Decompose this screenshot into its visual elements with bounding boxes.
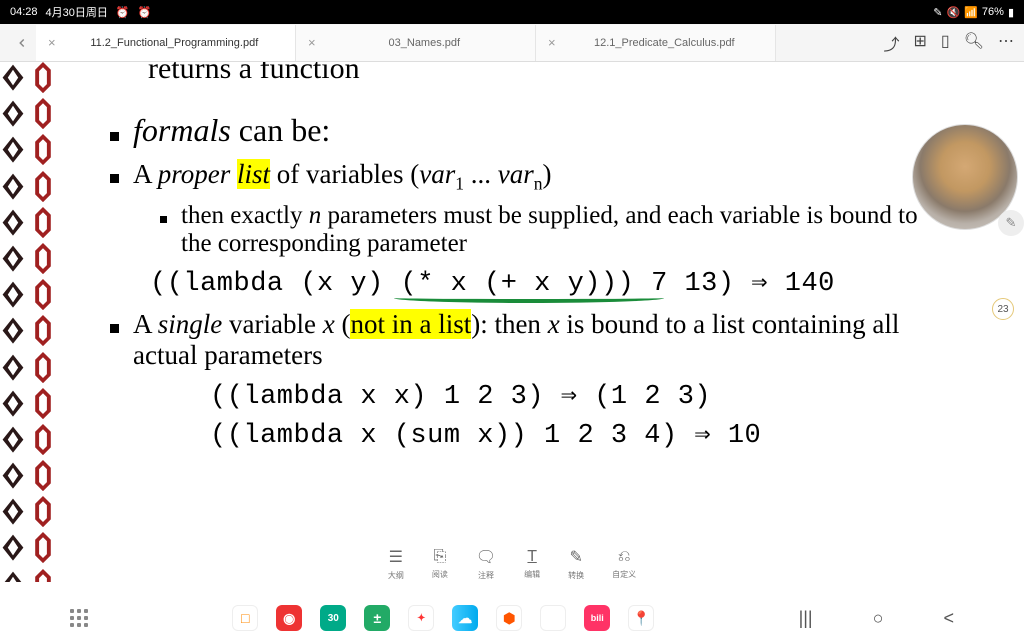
- close-icon[interactable]: ×: [308, 35, 316, 50]
- convert-tool[interactable]: ✎转换: [568, 547, 584, 581]
- home-button[interactable]: ○: [873, 608, 884, 629]
- tab-bar: × 11.2_Functional_Programming.pdf × 03_N…: [0, 24, 1024, 62]
- status-bar: 04:28 4月30日周日 ⏰ ⏰ ✎ 🔇 📶 76% ▮: [0, 0, 1024, 24]
- bullet-icon: [160, 216, 167, 223]
- bullet-proper-list: A proper list of variables (var1 ... var…: [133, 159, 552, 194]
- dock-app-4[interactable]: ±: [364, 605, 390, 631]
- code-example-1: ((lambda (x y) (* x (+ x y))) 7 13) ⇒ 14…: [150, 266, 944, 299]
- alarm-icon-2: ⏰: [138, 6, 152, 19]
- sub-bullet-n-params: then exactly n parameters must be suppli…: [181, 202, 944, 258]
- dock-app-calendar[interactable]: 30: [320, 605, 346, 631]
- dock-app-5[interactable]: ✦: [408, 605, 434, 631]
- tab-label: 03_Names.pdf: [326, 37, 523, 49]
- battery-icon: ▮: [1008, 6, 1014, 19]
- tab-label: 12.1_Predicate_Calculus.pdf: [566, 37, 763, 49]
- dock-app-9[interactable]: bili: [584, 605, 610, 631]
- edit-tool[interactable]: T̲编辑: [524, 548, 540, 580]
- pdf-toolbar: ☰大纲 ⎘阅读 🗨注释 T̲编辑 ✎转换 ⎌自定义: [388, 547, 636, 581]
- decorative-pattern: [0, 62, 80, 582]
- tab-label: 11.2_Functional_Programming.pdf: [66, 37, 283, 49]
- close-icon[interactable]: ×: [548, 35, 556, 50]
- bookmark-icon[interactable]: ▯: [941, 31, 950, 55]
- slide-number-badge: 23: [992, 298, 1014, 320]
- bullet-icon: [110, 174, 119, 183]
- dock-app-7[interactable]: ⬢: [496, 605, 522, 631]
- annotate-button[interactable]: ✎: [998, 210, 1024, 236]
- pen-icon: ✎: [933, 6, 942, 19]
- app-dock: □ ◉ 30 ± ✦ ☁ ⬢ bili 📍: [232, 605, 654, 631]
- app-drawer-icon[interactable]: [70, 609, 88, 627]
- bullet-icon: [110, 324, 119, 333]
- convert-icon: ✎: [569, 547, 582, 567]
- close-icon[interactable]: ×: [48, 35, 56, 50]
- dock-app-2[interactable]: ◉: [276, 605, 302, 631]
- annotate-icon: 🗨: [476, 547, 496, 567]
- mute-icon: 🔇: [947, 6, 961, 19]
- dock-app-6[interactable]: ☁: [452, 605, 478, 631]
- bullet-single-var: A single variable x (not in a list): the…: [133, 309, 944, 371]
- share-icon[interactable]: ⤴: [883, 31, 899, 55]
- status-date: 4月30日周日: [46, 4, 108, 20]
- outline-tool[interactable]: ☰大纲: [388, 547, 404, 581]
- dock-app-1[interactable]: □: [232, 605, 258, 631]
- code-example-2: ((lambda x x) 1 2 3) ⇒ (1 2 3): [210, 379, 944, 412]
- partial-prev-line: returns a function: [148, 62, 944, 86]
- wifi-icon: 📶: [964, 6, 978, 19]
- search-icon[interactable]: 🔍︎: [964, 31, 984, 55]
- tab-functional-programming[interactable]: × 11.2_Functional_Programming.pdf: [36, 25, 296, 61]
- tab-names[interactable]: × 03_Names.pdf: [296, 25, 536, 61]
- annotate-tool[interactable]: 🗨注释: [476, 547, 496, 581]
- system-nav-bar: □ ◉ 30 ± ✦ ☁ ⬢ bili 📍 ||| ○ <: [0, 595, 1024, 641]
- back-button[interactable]: [8, 36, 36, 50]
- alarm-icon: ⏰: [116, 6, 130, 19]
- custom-icon: ⎌: [618, 548, 631, 566]
- document-content: returns a function formals can be: A pro…: [0, 62, 1024, 582]
- battery-level: 76%: [982, 6, 1004, 18]
- outline-icon: ☰: [389, 547, 403, 567]
- grid-icon[interactable]: ⊞: [913, 31, 926, 55]
- more-icon[interactable]: ⋯: [998, 31, 1014, 55]
- dock-app-maps[interactable]: 📍: [628, 605, 654, 631]
- heading-formals: formals can be:: [133, 112, 330, 149]
- bullet-icon: [110, 132, 119, 141]
- custom-tool[interactable]: ⎌自定义: [612, 548, 636, 580]
- tab-predicate-calculus[interactable]: × 12.1_Predicate_Calculus.pdf: [536, 25, 776, 61]
- back-button[interactable]: <: [943, 608, 954, 629]
- read-icon: ⎘: [433, 548, 446, 566]
- status-time: 04:28: [10, 6, 38, 18]
- read-tool[interactable]: ⎘阅读: [432, 548, 448, 580]
- edit-icon: T̲: [527, 548, 537, 566]
- dock-app-8[interactable]: [540, 605, 566, 631]
- code-example-3: ((lambda x (sum x)) 1 2 3 4) ⇒ 10: [210, 418, 944, 451]
- recents-button[interactable]: |||: [799, 608, 813, 629]
